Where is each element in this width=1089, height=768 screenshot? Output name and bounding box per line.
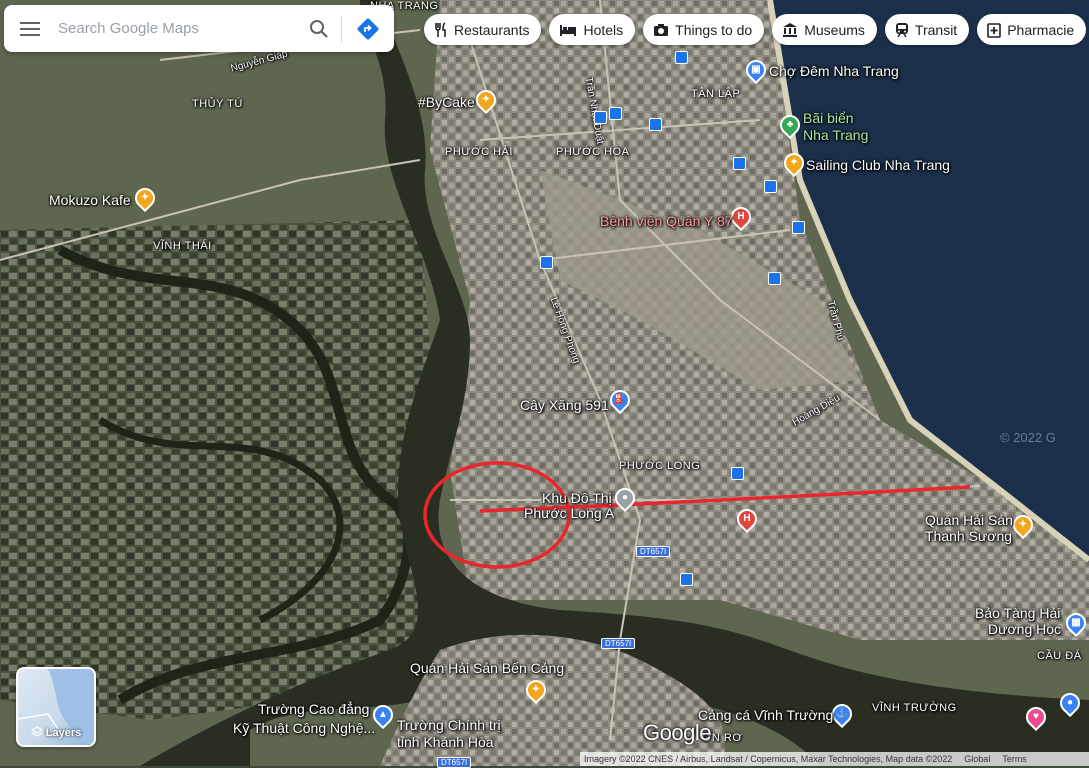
search-box (4, 5, 394, 52)
fork-knife-icon (435, 21, 446, 37)
museum-icon (783, 22, 798, 37)
place-label-cang-ca[interactable]: Cảng cá Vĩnh Trường (698, 707, 833, 723)
place-label-bai-bien[interactable]: Nha Trang (803, 127, 868, 143)
bed-icon (560, 24, 577, 36)
area-label: PHƯỚC HÒA (556, 146, 630, 158)
fields-area (0, 220, 440, 720)
road-tag: DT657I (636, 546, 671, 557)
directions-button[interactable] (342, 5, 394, 52)
chip-things-to-do[interactable]: Things to do (643, 14, 765, 45)
terms-link[interactable]: Terms (1002, 754, 1027, 764)
place-label-khu-do-thi[interactable]: Phước Long A (524, 505, 614, 521)
satellite-map[interactable]: © 2022 G (0, 0, 1089, 766)
bus-stop-icon[interactable] (733, 157, 746, 170)
category-chips: Restaurants Hotels Things to do Museums … (424, 14, 1087, 45)
chip-label: Restaurants (454, 21, 530, 38)
bus-stop-icon[interactable] (609, 107, 622, 120)
place-label-bao-tang[interactable]: Dương Học (988, 621, 1061, 637)
area-label: THỦY TÚ (192, 98, 243, 110)
bus-stop-icon[interactable] (768, 272, 781, 285)
layers-button[interactable]: Layers (16, 667, 96, 747)
bus-stop-icon[interactable] (764, 180, 777, 193)
road-tag: DT657I (437, 757, 472, 768)
menu-button[interactable] (4, 5, 56, 52)
place-label-quan-hai-san[interactable]: Thanh Sương (925, 528, 1012, 544)
layers-label: Layers (18, 726, 94, 739)
bus-stop-icon[interactable] (792, 221, 805, 234)
place-label-truong-cd[interactable]: Kỹ Thuật Công Nghệ... (233, 720, 375, 736)
search-button[interactable] (297, 5, 341, 52)
place-label-cho-dem[interactable]: Chợ Đêm Nha Trang (769, 63, 899, 79)
place-label-cay-xang[interactable]: Cây Xăng 591 (520, 397, 609, 413)
place-label-sailing[interactable]: Sailing Club Nha Trang (806, 157, 950, 173)
place-label-ben-cang[interactable]: Quán Hải Sản Bến Cảng (410, 660, 564, 676)
bus-stop-icon[interactable] (649, 118, 662, 131)
bus-stop-icon[interactable] (731, 467, 744, 480)
chip-label: Pharmacie (1007, 21, 1075, 38)
search-input[interactable] (56, 7, 297, 50)
imagery-attribution: Imagery ©2022 CNES / Airbus, Landsat / C… (584, 754, 953, 764)
area-label: PHƯỚC LONG (619, 460, 701, 472)
place-label-benh-vien[interactable]: Bệnh viện Quân Y 87 (600, 213, 733, 229)
area-label: VĨNH THÁI (153, 240, 212, 252)
chip-transit[interactable]: Transit (884, 14, 970, 45)
road-tag: DT657I (601, 638, 636, 649)
place-label-bai-bien[interactable]: Bãi biển (803, 110, 854, 126)
bus-stop-icon[interactable] (675, 51, 688, 64)
directions-icon (357, 18, 379, 39)
chip-hotels[interactable]: Hotels (549, 14, 636, 45)
train-icon (895, 22, 908, 37)
attribution-bar: Imagery ©2022 CNES / Airbus, Landsat / C… (580, 752, 1089, 766)
pharmacy-icon (987, 22, 1002, 38)
search-icon (310, 19, 328, 38)
place-label-truong-ct[interactable]: tỉnh Khánh Hòa (397, 734, 494, 750)
place-label-khu-do-thi[interactable]: Khu Đô Thị (542, 490, 612, 506)
chip-museums[interactable]: Museums (772, 14, 877, 45)
area-label: VĨNH TRƯỜNG (872, 702, 957, 714)
place-label-bycake[interactable]: #ByCake (418, 94, 475, 110)
place-label-mokuzo[interactable]: Mokuzo Kafe (49, 192, 131, 208)
area-label: TÂN LẬP (691, 88, 741, 100)
google-logo: Google (643, 720, 711, 745)
chip-label: Museums (804, 21, 865, 38)
place-label-bao-tang[interactable]: Bảo Tàng Hải (975, 605, 1060, 621)
chip-label: Transit (914, 21, 958, 38)
place-label-quan-hai-san[interactable]: Quán Hải Sản (925, 512, 1013, 528)
chip-label: Hotels (583, 21, 624, 38)
chip-pharmacies[interactable]: Pharmacie (977, 14, 1087, 45)
layers-icon (30, 726, 44, 737)
place-label-truong-ct[interactable]: Trường Chính trị (397, 717, 501, 733)
bus-stop-icon[interactable] (680, 573, 693, 586)
map-watermark: © 2022 G (1000, 430, 1056, 445)
area-label: CẦU ĐÁ (1037, 650, 1082, 662)
place-label-truong-cd[interactable]: Trường Cao đẳng (258, 701, 369, 717)
camera-icon (654, 23, 669, 36)
area-label: PHƯỚC HẢI (445, 146, 513, 158)
chip-restaurants[interactable]: Restaurants (424, 14, 542, 45)
chip-label: Things to do (675, 21, 753, 38)
bus-stop-icon[interactable] (540, 256, 553, 269)
bus-stop-icon[interactable] (594, 111, 607, 124)
global-link[interactable]: Global (964, 754, 990, 764)
hamburger-menu-icon (20, 21, 40, 36)
